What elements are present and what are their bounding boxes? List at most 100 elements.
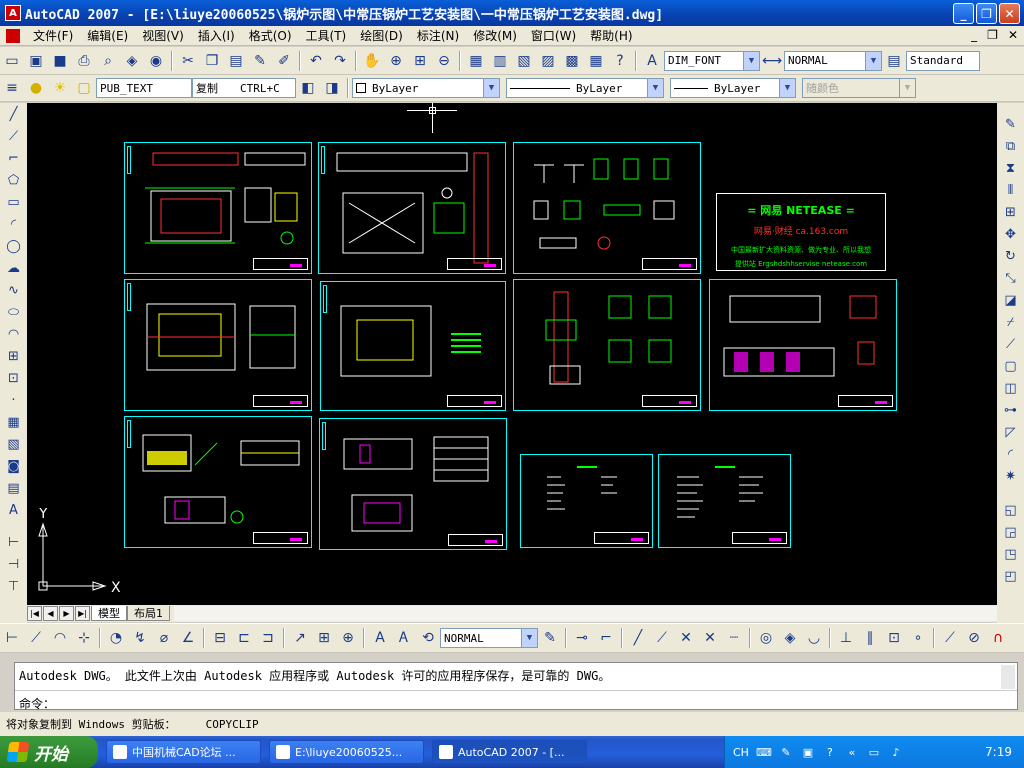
zoom-window-icon[interactable]: ⊞	[409, 50, 431, 72]
break-icon[interactable]: ◫	[1001, 378, 1021, 398]
help-icon[interactable]: ?	[823, 745, 837, 759]
ime-icon[interactable]: ▣	[801, 745, 815, 759]
region-icon[interactable]: ◙	[4, 456, 24, 476]
tab-next-icon[interactable]: ▶	[59, 606, 74, 621]
spline-icon[interactable]: ∿	[4, 280, 24, 300]
break-at-point-icon[interactable]: ▢	[1001, 356, 1021, 376]
chevron-down-icon[interactable]: ▼	[647, 79, 663, 97]
menu-format[interactable]: 格式(O)	[242, 27, 299, 44]
menu-file[interactable]: 文件(F)	[26, 27, 80, 44]
snap-node-icon[interactable]: ∘	[907, 627, 929, 649]
offset-icon[interactable]: ⫴	[1001, 180, 1021, 200]
menu-tools[interactable]: 工具(T)	[299, 27, 354, 44]
zoom-previous-icon[interactable]: ⊖	[433, 50, 455, 72]
close-button[interactable]: ✕	[999, 3, 1020, 24]
insert-block-icon[interactable]: ⊞	[4, 346, 24, 366]
zoom-realtime-icon[interactable]: ⊕	[385, 50, 407, 72]
dim-diameter-icon[interactable]: ⌀	[153, 627, 175, 649]
print-icon[interactable]: ⎙	[73, 50, 95, 72]
make-block-icon[interactable]: ⊡	[4, 368, 24, 388]
circle-icon[interactable]: ◯	[4, 236, 24, 256]
rectangle-icon[interactable]: ▭	[4, 192, 24, 212]
rotate-icon[interactable]: ↻	[1001, 246, 1021, 266]
calculator-icon[interactable]: ▦	[585, 50, 607, 72]
dim-style-manager-icon[interactable]: ✎	[539, 627, 561, 649]
snap-tangent-icon[interactable]: ◡	[803, 627, 825, 649]
horizontal-scrollbar[interactable]	[174, 606, 997, 621]
chevron-down-icon[interactable]: ▼	[779, 79, 795, 97]
save-icon[interactable]: ■	[49, 50, 71, 72]
snap-apparent-intersection-icon[interactable]: ✕	[699, 627, 721, 649]
color-select[interactable]: ByLayer ▼	[352, 78, 500, 98]
publish-icon[interactable]: ◈	[121, 50, 143, 72]
lineweight-select[interactable]: ByLayer ▼	[670, 78, 796, 98]
copy-object-icon[interactable]: ⧉	[1001, 136, 1021, 156]
autocad-app-icon[interactable]: A	[5, 5, 21, 21]
dim-linear-icon[interactable]: ⊢	[4, 532, 24, 552]
tab-first-icon[interactable]: |◀	[27, 606, 42, 621]
drawing-sheet[interactable]	[319, 418, 507, 550]
pan-icon[interactable]: ✋	[361, 50, 383, 72]
stretch-icon[interactable]: ◪	[1001, 290, 1021, 310]
drawing-canvas[interactable]: = 网易 NETEASE = 网易·财经 ca.163.com 中国最新扩大资料…	[27, 103, 997, 605]
dim-radius-icon[interactable]: ◔	[105, 627, 127, 649]
point-icon[interactable]: ·	[4, 390, 24, 410]
undo-icon[interactable]: ↶	[305, 50, 327, 72]
table-style-icon[interactable]: ▤	[883, 50, 905, 72]
tolerance-icon[interactable]: ⊞	[313, 627, 335, 649]
menu-insert[interactable]: 插入(I)	[191, 27, 242, 44]
block-editor-icon[interactable]: ✐	[273, 50, 295, 72]
new-file-icon[interactable]: ▭	[1, 50, 23, 72]
match-properties-icon[interactable]: ✎	[249, 50, 271, 72]
open-file-icon[interactable]: ▣	[25, 50, 47, 72]
design-center-icon[interactable]: ▥	[489, 50, 511, 72]
document-icon[interactable]	[6, 28, 20, 43]
snap-midpoint-icon[interactable]: ⟋	[651, 627, 673, 649]
taskbar-item-explorer[interactable]: E:\liuye20060525...	[269, 740, 424, 764]
menu-help[interactable]: 帮助(H)	[583, 27, 639, 44]
snap-parallel-icon[interactable]: ∥	[859, 627, 881, 649]
paste-icon[interactable]: ▤	[225, 50, 247, 72]
menu-modify[interactable]: 修改(M)	[466, 27, 524, 44]
dim-style-select-bottom[interactable]: NORMAL ▼	[440, 628, 538, 648]
center-mark-icon[interactable]: ⊕	[337, 627, 359, 649]
drawing-sheet[interactable]	[520, 454, 653, 548]
bring-above-icon[interactable]: ◳	[1001, 544, 1021, 564]
command-scrollbar[interactable]	[1001, 665, 1015, 689]
drawing-sheet[interactable]	[513, 142, 701, 274]
snap-from-icon[interactable]: ⌐	[595, 627, 617, 649]
gradient-icon[interactable]: ▧	[4, 434, 24, 454]
start-button[interactable]: 开始	[0, 736, 98, 768]
join-icon[interactable]: ⊶	[1001, 400, 1021, 420]
sheet-set-icon[interactable]: ▨	[537, 50, 559, 72]
clock[interactable]: 7:19	[985, 745, 1012, 759]
tray-expand-icon[interactable]: «	[845, 745, 859, 759]
drawing-sheet[interactable]	[658, 454, 791, 548]
tab-last-icon[interactable]: ▶|	[75, 606, 90, 621]
layer-previous-icon[interactable]: ◨	[321, 77, 343, 99]
dim-jogged-icon[interactable]: ↯	[129, 627, 151, 649]
extend-icon[interactable]: ⟋	[1001, 334, 1021, 354]
language-indicator[interactable]: CH	[733, 746, 749, 759]
3d-dwf-icon[interactable]: ◉	[145, 50, 167, 72]
dim-edit-icon[interactable]: A	[369, 627, 391, 649]
snap-quadrant-icon[interactable]: ◈	[779, 627, 801, 649]
dim-style-icon[interactable]: ⟷	[761, 50, 783, 72]
doc-restore-button[interactable]: ❐	[987, 28, 998, 42]
properties-icon[interactable]: ▦	[465, 50, 487, 72]
hatch-icon[interactable]: ▦	[4, 412, 24, 432]
minimize-button[interactable]: _	[953, 3, 974, 24]
tab-model[interactable]: 模型	[91, 606, 127, 621]
dim-update-icon[interactable]: ⟲	[417, 627, 439, 649]
dim-aligned-icon[interactable]: ⊣	[4, 554, 24, 574]
draw-order-front-icon[interactable]: ◱	[1001, 500, 1021, 520]
text-style-icon[interactable]: A	[641, 50, 663, 72]
multiline-text-icon[interactable]: A	[4, 500, 24, 520]
snap-extension-icon[interactable]: ┈	[723, 627, 745, 649]
snap-settings-icon[interactable]: ∩	[987, 627, 1009, 649]
command-prompt[interactable]: 命令：	[19, 695, 55, 712]
table-icon[interactable]: ▤	[4, 478, 24, 498]
taskbar-item-browser[interactable]: 中国机械CAD论坛 ...	[106, 740, 261, 764]
keyboard-icon[interactable]: ⌨	[756, 745, 772, 759]
doc-minimize-button[interactable]: _	[971, 28, 977, 42]
